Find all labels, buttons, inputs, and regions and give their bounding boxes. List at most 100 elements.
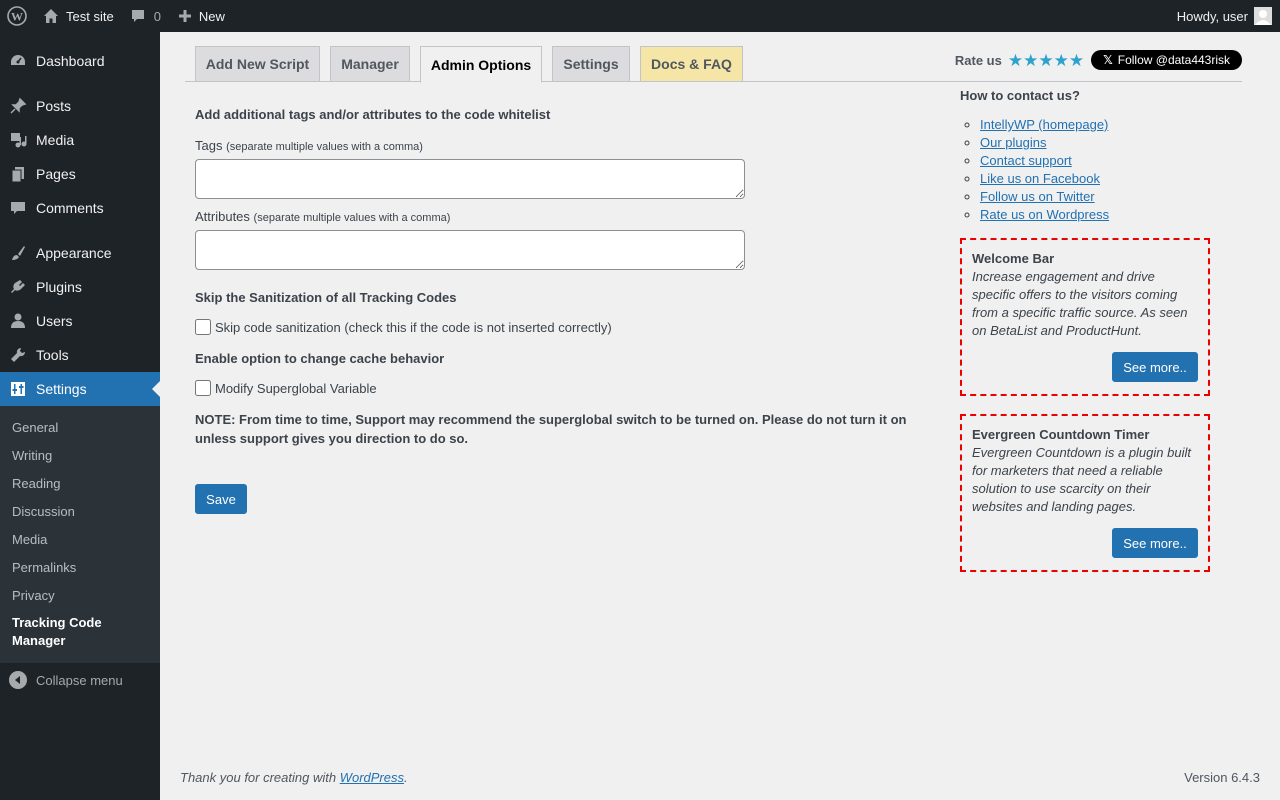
plugin-tabs: Add New Script Manager Admin Options Set… bbox=[185, 46, 1242, 83]
sidebar-item-users[interactable]: Users bbox=[0, 304, 160, 338]
version-label: Version 6.4.3 bbox=[1184, 770, 1260, 785]
submenu-tracking-code-manager[interactable]: Tracking Code Manager bbox=[0, 609, 160, 655]
admin-bar: W Test site 0 New Howdy, user bbox=[0, 0, 1280, 32]
whitelist-title: Add additional tags and/or attributes to… bbox=[195, 107, 551, 122]
sanitize-label: Skip code sanitization (check this if th… bbox=[215, 319, 612, 335]
comment-icon bbox=[9, 199, 27, 217]
cache-checkbox[interactable] bbox=[195, 380, 211, 396]
promo-welcome-bar: Welcome Bar Increase engagement and driv… bbox=[960, 238, 1210, 396]
sidebar-item-tools[interactable]: Tools bbox=[0, 338, 160, 372]
cache-row[interactable]: Modify Superglobal Variable bbox=[195, 380, 915, 396]
link-intellywp-homepage[interactable]: IntellyWP (homepage) bbox=[980, 117, 1108, 132]
link-contact-support[interactable]: Contact support bbox=[980, 153, 1072, 168]
sidebar-item-label: Comments bbox=[36, 200, 104, 216]
link-our-plugins[interactable]: Our plugins bbox=[980, 135, 1046, 150]
rate-label: Rate us bbox=[954, 52, 1002, 68]
submenu-media[interactable]: Media bbox=[0, 525, 160, 553]
submenu-permalinks[interactable]: Permalinks bbox=[0, 553, 160, 581]
admin-footer: Thank you for creating with WordPress. V… bbox=[180, 770, 1260, 785]
collapse-menu-button[interactable]: Collapse menu bbox=[0, 663, 160, 697]
footer-thanks-text: Thank you for creating with bbox=[180, 770, 340, 785]
comments-count: 0 bbox=[153, 8, 161, 24]
submenu-writing[interactable]: Writing bbox=[0, 441, 160, 469]
list-item: Our plugins bbox=[980, 134, 1220, 152]
sidebar-item-settings[interactable]: Settings bbox=[0, 372, 160, 406]
wordpress-logo-icon[interactable]: W bbox=[0, 0, 34, 32]
sidebar-item-posts[interactable]: Posts bbox=[0, 89, 160, 123]
superglobal-note: NOTE: From time to time, Support may rec… bbox=[195, 412, 907, 446]
star-icon[interactable]: ★ bbox=[1069, 52, 1084, 69]
collapse-label: Collapse menu bbox=[36, 672, 123, 688]
wrench-icon bbox=[9, 346, 27, 364]
link-twitter[interactable]: Follow us on Twitter bbox=[980, 189, 1095, 204]
user-icon bbox=[9, 312, 27, 330]
settings-submenu: General Writing Reading Discussion Media… bbox=[0, 406, 160, 663]
star-icon[interactable]: ★ bbox=[1023, 52, 1038, 69]
sidebar-item-label: Posts bbox=[36, 98, 72, 114]
sidebar-item-media[interactable]: Media bbox=[0, 123, 160, 157]
sidebar-info: How to contact us? IntellyWP (homepage) … bbox=[960, 88, 1220, 572]
attributes-input[interactable] bbox=[195, 230, 745, 270]
twitter-follow-button[interactable]: 𝕏 Follow @data443risk bbox=[1091, 50, 1242, 70]
pages-icon bbox=[9, 165, 27, 183]
star-icon[interactable]: ★ bbox=[1008, 52, 1023, 69]
submenu-reading[interactable]: Reading bbox=[0, 469, 160, 497]
promo-title: Evergreen Countdown Timer bbox=[972, 427, 1150, 442]
star-icon[interactable]: ★ bbox=[1038, 52, 1053, 69]
home-icon bbox=[42, 7, 60, 25]
wordpress-link[interactable]: WordPress bbox=[340, 770, 404, 785]
comments-link[interactable]: 0 bbox=[122, 0, 169, 32]
link-rate-wordpress[interactable]: Rate us on Wordpress bbox=[980, 207, 1109, 222]
tab-admin-options[interactable]: Admin Options bbox=[420, 46, 542, 83]
settings-icon bbox=[9, 380, 27, 398]
sidebar-item-dashboard[interactable]: Dashboard bbox=[0, 44, 160, 78]
collapse-icon bbox=[9, 671, 27, 689]
sidebar-item-label: Appearance bbox=[36, 245, 112, 261]
sidebar-item-label: Pages bbox=[36, 166, 76, 182]
tab-docs-faq[interactable]: Docs & FAQ bbox=[640, 46, 743, 82]
tab-add-new-script[interactable]: Add New Script bbox=[195, 46, 320, 82]
plus-icon bbox=[177, 8, 193, 24]
link-facebook[interactable]: Like us on Facebook bbox=[980, 171, 1100, 186]
save-button[interactable]: Save bbox=[195, 484, 247, 514]
list-item: IntellyWP (homepage) bbox=[980, 116, 1220, 134]
avatar bbox=[1254, 7, 1272, 25]
see-more-button[interactable]: See more.. bbox=[1112, 528, 1198, 558]
sidebar-item-comments[interactable]: Comments bbox=[0, 191, 160, 225]
tags-label-row: Tags (separate multiple values with a co… bbox=[195, 138, 915, 153]
sidebar-item-label: Tools bbox=[36, 347, 69, 363]
attributes-label-row: Attributes (separate multiple values wit… bbox=[195, 209, 915, 224]
star-icon[interactable]: ★ bbox=[1054, 52, 1069, 69]
follow-label: Follow @data443risk bbox=[1117, 53, 1230, 67]
submenu-privacy[interactable]: Privacy bbox=[0, 581, 160, 609]
sidebar-item-pages[interactable]: Pages bbox=[0, 157, 160, 191]
new-content-link[interactable]: New bbox=[169, 0, 233, 32]
promo-title: Welcome Bar bbox=[972, 251, 1055, 266]
svg-text:W: W bbox=[11, 10, 23, 24]
see-more-button[interactable]: See more.. bbox=[1112, 352, 1198, 382]
list-item: Contact support bbox=[980, 152, 1220, 170]
x-logo-icon: 𝕏 bbox=[1103, 53, 1113, 67]
tags-input[interactable] bbox=[195, 159, 745, 199]
rate-bar: Rate us ★ ★ ★ ★ ★ 𝕏 Follow @data443risk bbox=[955, 46, 1242, 74]
tab-manager[interactable]: Manager bbox=[330, 46, 410, 82]
sanitize-checkbox[interactable] bbox=[195, 319, 211, 335]
sanitize-row[interactable]: Skip code sanitization (check this if th… bbox=[195, 319, 915, 335]
sidebar-item-label: Settings bbox=[36, 381, 87, 397]
sidebar-item-plugins[interactable]: Plugins bbox=[0, 270, 160, 304]
cache-title: Enable option to change cache behavior bbox=[195, 351, 445, 366]
plugin-icon bbox=[9, 278, 27, 296]
sidebar-item-label: Media bbox=[36, 132, 75, 148]
submenu-general[interactable]: General bbox=[0, 413, 160, 441]
site-name-link[interactable]: Test site bbox=[34, 0, 122, 32]
brush-icon bbox=[9, 244, 27, 262]
list-item: Rate us on Wordpress bbox=[980, 206, 1220, 224]
new-label: New bbox=[198, 8, 225, 24]
tab-settings[interactable]: Settings bbox=[552, 46, 630, 82]
list-item: Follow us on Twitter bbox=[980, 188, 1220, 206]
submenu-discussion[interactable]: Discussion bbox=[0, 497, 160, 525]
pin-icon bbox=[9, 97, 27, 115]
account-menu[interactable]: Howdy, user bbox=[1177, 7, 1280, 25]
sidebar-item-appearance[interactable]: Appearance bbox=[0, 236, 160, 270]
sanitize-title: Skip the Sanitization of all Tracking Co… bbox=[195, 290, 457, 305]
